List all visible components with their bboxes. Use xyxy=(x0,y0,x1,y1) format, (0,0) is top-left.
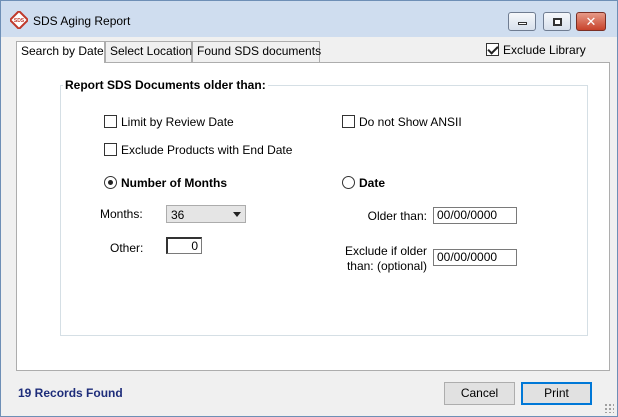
checkbox-icon[interactable] xyxy=(486,43,499,57)
older-than-label: Older than: xyxy=(367,209,427,223)
maximize-icon xyxy=(553,18,562,26)
months-label: Months: xyxy=(100,207,143,221)
sds-logo-icon: SDS xyxy=(10,11,28,29)
minimize-icon xyxy=(518,22,527,25)
chevron-down-icon xyxy=(233,212,241,217)
exclude-end-date-checkbox[interactable]: Exclude Products with End Date xyxy=(104,142,292,157)
other-label: Other: xyxy=(110,241,144,255)
exclude-library-checkbox[interactable]: Exclude Library xyxy=(486,42,586,57)
cancel-button[interactable]: Cancel xyxy=(444,382,515,405)
tab-select-location[interactable]: Select Location xyxy=(105,41,192,62)
limit-review-date-label: Limit by Review Date xyxy=(121,114,234,129)
window-title: SDS Aging Report xyxy=(33,14,131,28)
do-not-show-ansii-label: Do not Show ANSII xyxy=(359,114,462,129)
months-value: 36 xyxy=(171,208,185,222)
print-button[interactable]: Print xyxy=(521,382,592,405)
other-months-input[interactable]: 0 xyxy=(166,237,202,254)
older-than-date-input[interactable]: 00/00/0000 xyxy=(433,207,517,224)
exclude-library-label: Exclude Library xyxy=(503,42,586,57)
records-found-status: 19 Records Found xyxy=(18,386,123,400)
exclude-end-date-label: Exclude Products with End Date xyxy=(121,142,293,157)
tab-search-by-date[interactable]: Search by Date xyxy=(16,41,105,63)
minimize-button[interactable] xyxy=(508,12,536,31)
number-of-months-radio[interactable]: Number of Months xyxy=(104,175,227,190)
months-dropdown[interactable]: 36 xyxy=(166,205,246,223)
resize-grip-icon[interactable] xyxy=(604,403,614,413)
groupbox-title: Report SDS Documents older than: xyxy=(63,78,268,92)
checkbox-icon[interactable] xyxy=(104,143,117,157)
checkbox-icon[interactable] xyxy=(342,115,355,129)
close-icon: ✕ xyxy=(585,14,597,29)
number-of-months-label: Number of Months xyxy=(121,175,227,190)
radio-icon[interactable] xyxy=(104,176,117,190)
checkbox-icon[interactable] xyxy=(104,115,117,129)
exclude-if-older-label-line1: Exclude if older xyxy=(344,244,427,258)
close-button[interactable]: ✕ xyxy=(576,12,606,31)
date-label: Date xyxy=(359,175,386,190)
maximize-button[interactable] xyxy=(543,12,571,31)
exclude-older-date-input[interactable]: 00/00/0000 xyxy=(433,249,517,266)
title-bar[interactable]: SDS SDS Aging Report ✕ xyxy=(1,1,617,37)
do-not-show-ansii-checkbox[interactable]: Do not Show ANSII xyxy=(342,114,462,129)
sds-aging-report-window: SDS SDS Aging Report ✕ Search by Date Se… xyxy=(0,0,618,417)
limit-review-date-checkbox[interactable]: Limit by Review Date xyxy=(104,114,234,129)
date-radio[interactable]: Date xyxy=(342,175,385,190)
tab-found-sds-documents[interactable]: Found SDS documents xyxy=(192,41,321,62)
radio-icon[interactable] xyxy=(342,176,355,190)
svg-text:SDS: SDS xyxy=(14,18,25,24)
exclude-if-older-label-line2: than: (optional) xyxy=(346,259,427,273)
